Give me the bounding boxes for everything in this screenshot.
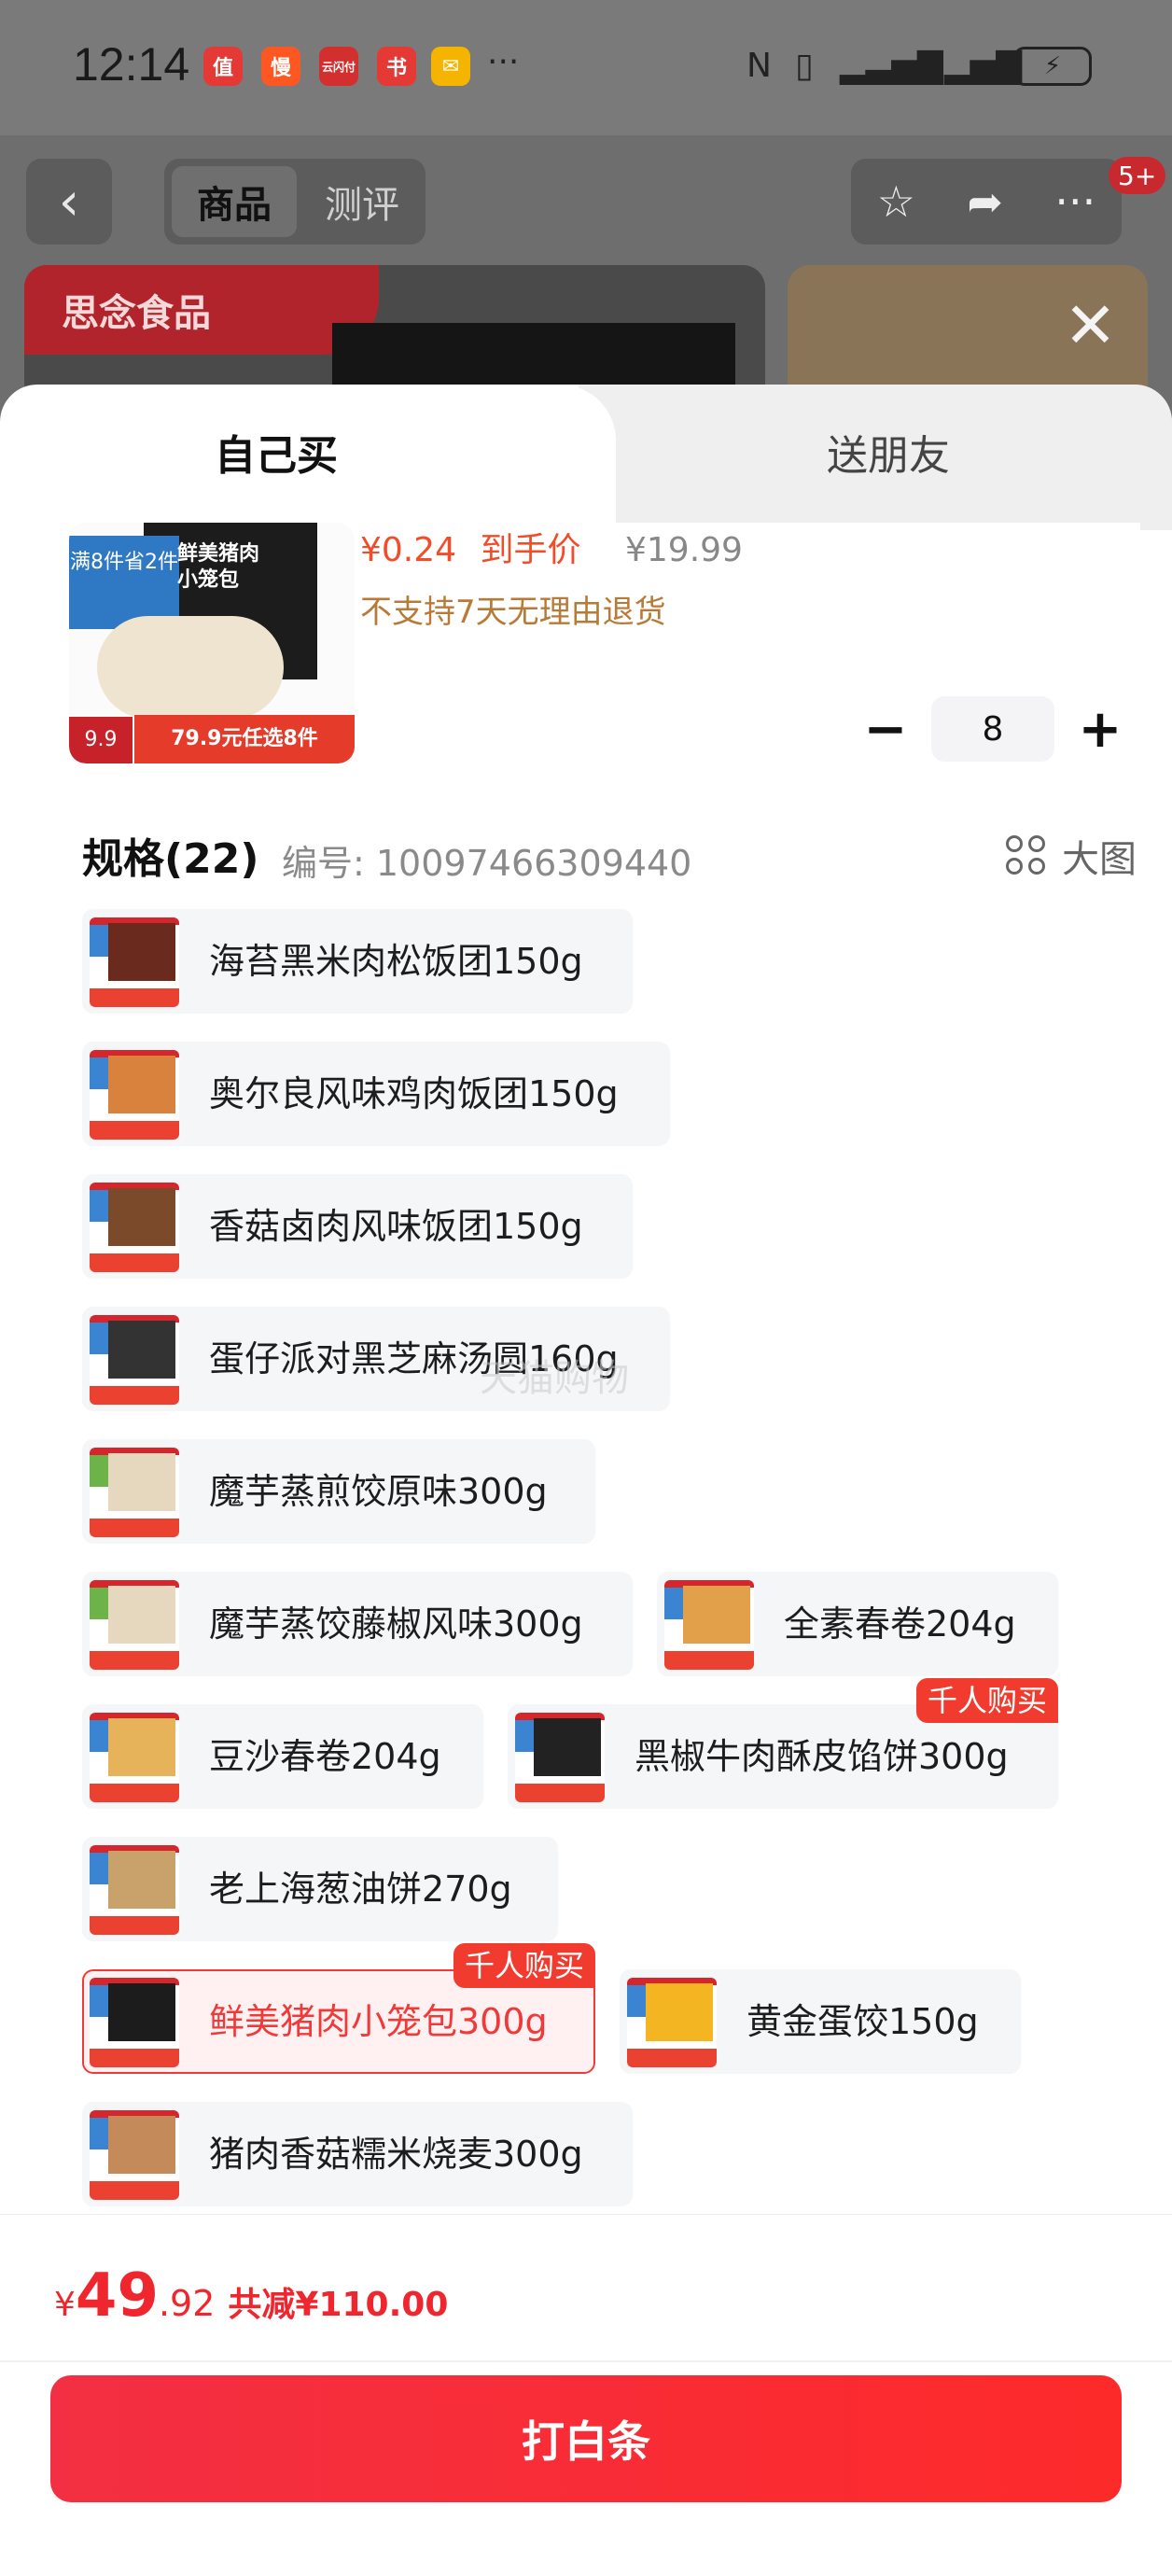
spec-option-label: 魔芋蒸饺藤椒风味300g: [209, 1603, 583, 1645]
tab-product[interactable]: 商品: [172, 166, 297, 237]
brand-logo: 思念食品: [24, 265, 379, 355]
spec-option[interactable]: 魔芋蒸饺藤椒风味300g: [82, 1572, 633, 1676]
currency-symbol: ¥: [54, 2286, 76, 2324]
total-decimal: .92: [158, 2283, 216, 2324]
spec-thumbnail: [90, 1448, 179, 1537]
spec-thumbnail: [90, 1845, 179, 1935]
spec-option[interactable]: 香菇卤肉风味饭团150g: [82, 1174, 633, 1279]
spec-thumbnail: [90, 1713, 179, 1802]
total-price: ¥49.92 共减¥110.00: [54, 2261, 448, 2331]
tab-review[interactable]: 测评: [304, 166, 420, 237]
price-line: ¥0.24 到手价 ¥19.99: [360, 523, 743, 571]
spec-option-label: 魔芋蒸煎饺原味300g: [209, 1471, 548, 1512]
spec-option-label: 海苔黑米肉松饭团150g: [209, 941, 583, 982]
app-notification-icon: ✉: [431, 47, 470, 86]
spec-thumbnail: [90, 917, 179, 1007]
spec-option-label: 奥尔良风味鸡肉饭团150g: [209, 1073, 619, 1114]
tab-send-gift[interactable]: 送朋友: [827, 422, 950, 482]
spec-option-label: 全素春卷204g: [784, 1603, 1016, 1645]
spec-option[interactable]: 老上海葱油饼270g: [82, 1837, 558, 1941]
pay-later-button[interactable]: 打白条: [50, 2375, 1122, 2502]
return-policy: 不支持7天无理由退货: [360, 594, 666, 631]
spec-thumbnail: [515, 1713, 605, 1802]
spec-option-label: 黑椒牛肉酥皮馅饼300g: [635, 1736, 1009, 1777]
app-notification-icon: 云闪付: [319, 47, 358, 86]
back-button[interactable]: ‹: [26, 159, 112, 245]
app-notification-icon: 慢: [261, 47, 300, 86]
decrease-button[interactable]: −: [853, 696, 918, 762]
spec-option[interactable]: 奥尔良风味鸡肉饭团150g: [82, 1042, 670, 1146]
app-notification-icon: 书: [377, 47, 416, 86]
spec-option[interactable]: 魔芋蒸煎饺原味300g: [82, 1439, 595, 1544]
final-price-label: 到手价: [480, 531, 581, 569]
status-time: 12:14: [73, 38, 190, 91]
message-badge: 5+: [1109, 157, 1166, 194]
spec-thumbnail: [90, 2110, 179, 2200]
spec-thumbnail: [627, 1978, 717, 2067]
spec-option[interactable]: 豆沙春卷204g: [82, 1704, 483, 1809]
close-icon[interactable]: ✕: [1064, 289, 1117, 363]
spec-option[interactable]: 千人购买 黑椒牛肉酥皮馅饼300g: [508, 1678, 1058, 1809]
spec-option-label: 老上海葱油饼270g: [209, 1869, 512, 1910]
spec-thumbnail: [664, 1580, 754, 1670]
battery-icon: ⚡: [1013, 47, 1092, 86]
spec-thumbnail: [90, 1315, 179, 1405]
more-notifications-icon: ···: [487, 43, 520, 81]
product-code: 编号: 10097466309440: [282, 843, 692, 884]
spec-thumbnail: [90, 1183, 179, 1272]
sku-bottom-sheet: 自己买 送朋友 满8件省2件 鲜美猪肉小笼包 9.9 79.9元任选8件 ¥0.…: [0, 385, 1172, 2576]
product-image-title: 鲜美猪肉小笼包: [177, 542, 260, 592]
vibrate-icon: ▯: [795, 47, 814, 85]
quantity-input[interactable]: 8: [931, 696, 1054, 762]
original-price: ¥19.99: [624, 531, 743, 569]
spec-option-label: 香菇卤肉风味饭团150g: [209, 1206, 583, 1247]
signal-icon: ▂▅▇: [944, 47, 1023, 85]
favorite-star-icon[interactable]: ☆: [877, 176, 915, 227]
more-icon[interactable]: ···: [1054, 176, 1095, 227]
total-discount: 共减¥110.00: [228, 2286, 449, 2324]
spec-option-label: 猪肉香菇糯米烧麦300g: [209, 2134, 583, 2175]
spec-thumbnail: [90, 1978, 179, 2067]
status-bar: 12:14 值 慢 云闪付 书 ✉ ··· N ▯ ▂▃▅▇ ▂▅▇ ⚡: [0, 0, 1172, 135]
header-actions: ☆ ➦ ···: [851, 159, 1122, 245]
spec-option-label: 黄金蛋饺150g: [746, 2001, 979, 2042]
spec-option[interactable]: 海苔黑米肉松饭团150g: [82, 909, 633, 1014]
spec-option[interactable]: 猪肉香菇糯米烧麦300g: [82, 2102, 633, 2206]
watermark: 天猫购物: [480, 1357, 629, 1400]
page-tabs: 商品 测评: [164, 159, 426, 245]
big-view-button[interactable]: 大图: [1006, 829, 1137, 883]
increase-button[interactable]: +: [1067, 696, 1133, 762]
spec-title: 规格(22): [82, 835, 259, 883]
spec-option[interactable]: 黄金蛋饺150g: [620, 1969, 1021, 2074]
share-icon[interactable]: ➦: [967, 176, 1003, 227]
spec-header: 规格(22) 编号: 10097466309440 大图: [82, 818, 1137, 884]
big-view-label: 大图: [1062, 838, 1137, 881]
product-image-price-tag: 9.9: [69, 717, 133, 763]
signal-icon: ▂▃▅▇: [840, 47, 943, 85]
app-notification-icon: 值: [203, 47, 243, 86]
tab-buy-self[interactable]: 自己买: [215, 422, 338, 482]
total-integer: 49: [75, 2261, 159, 2331]
product-image[interactable]: 满8件省2件 鲜美猪肉小笼包 9.9 79.9元任选8件: [69, 523, 355, 763]
spec-option-selected[interactable]: 千人购买 鲜美猪肉小笼包300g: [82, 1943, 595, 2074]
promo-label: 满8件省2件: [69, 536, 179, 629]
checkout-bar: ¥49.92 共减¥110.00 打白条: [0, 2214, 1172, 2576]
product-image-offer-tag: 79.9元任选8件: [134, 715, 355, 763]
final-price: ¥0.24: [360, 531, 457, 569]
spec-thumbnail: [90, 1050, 179, 1140]
spec-option[interactable]: 全素春卷204g: [657, 1572, 1058, 1676]
spec-option-label: 豆沙春卷204g: [209, 1736, 441, 1777]
spec-option-label: 鲜美猪肉小笼包300g: [209, 2001, 548, 2042]
nfc-icon: N: [746, 47, 772, 85]
spec-thumbnail: [90, 1580, 179, 1670]
sheet-content: 满8件省2件 鲜美猪肉小笼包 9.9 79.9元任选8件 ¥0.24 到手价 ¥…: [32, 523, 1140, 2440]
quantity-stepper: − 8 +: [853, 696, 1140, 762]
grid-icon: [1006, 835, 1047, 876]
